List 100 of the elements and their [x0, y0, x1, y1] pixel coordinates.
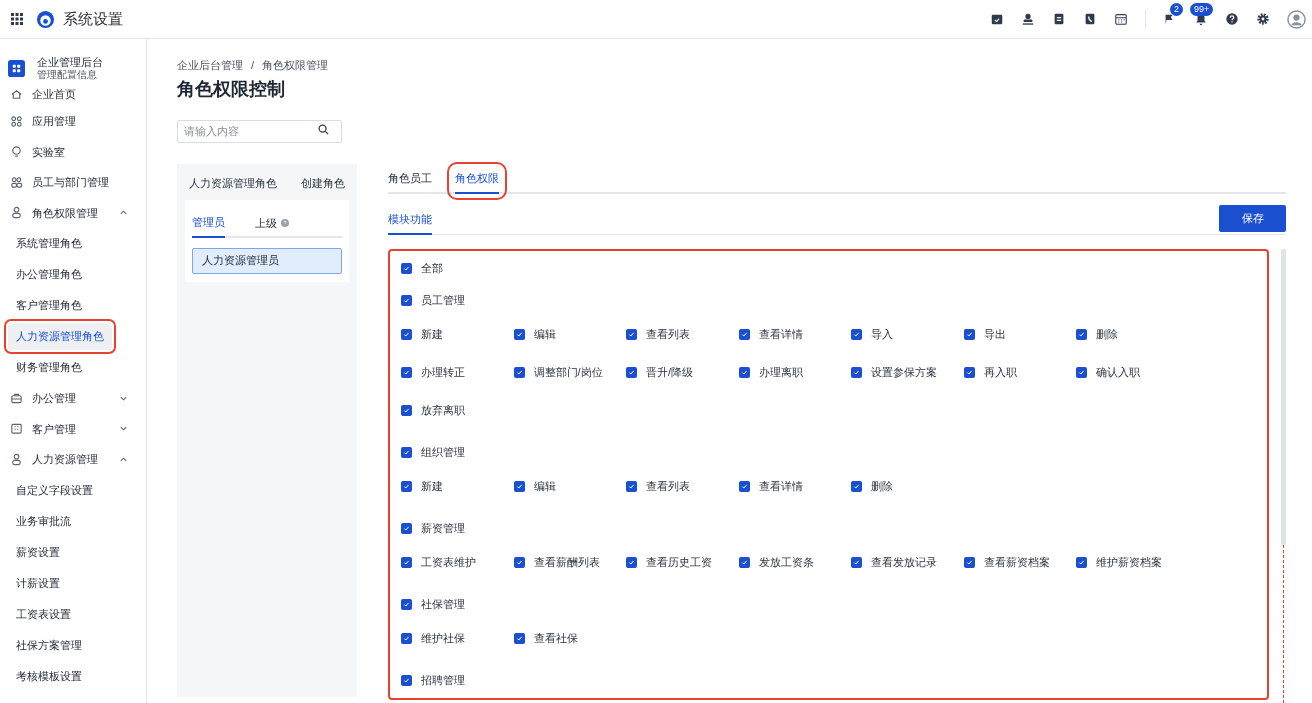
checkbox-label: 查看详情 — [758, 326, 803, 342]
checkbox[interactable] — [513, 632, 525, 644]
checkbox[interactable] — [851, 480, 862, 492]
nav-item[interactable]: 角色权限管理 — [32, 204, 110, 221]
checkbox[interactable] — [513, 328, 525, 340]
nav-item[interactable]: 客户管理 — [32, 420, 110, 437]
settings-icon[interactable] — [1256, 12, 1270, 26]
checkbox[interactable] — [1076, 556, 1087, 568]
dashboard-icon — [8, 59, 25, 77]
checkbox[interactable] — [401, 674, 412, 686]
chevron-down-icon[interactable] — [119, 424, 128, 434]
checkbox[interactable] — [626, 328, 637, 340]
checkbox[interactable] — [513, 480, 525, 492]
checkbox-label: 再入职 — [983, 364, 1017, 380]
checkbox[interactable] — [626, 480, 637, 492]
document-icon[interactable] — [1052, 12, 1066, 26]
checkbox-label: 查看薪资档案 — [983, 554, 1050, 570]
user-icon — [10, 206, 23, 220]
save-button[interactable]: 保存 — [1219, 205, 1286, 232]
nav-subitem[interactable]: 系统管理角色 — [8, 230, 90, 257]
checkbox[interactable] — [513, 366, 525, 378]
calendar-check-icon[interactable] — [990, 12, 1004, 26]
checkbox[interactable] — [401, 404, 412, 416]
checkbox[interactable] — [1076, 328, 1087, 340]
nav-subitem[interactable]: 自定义字段设置 — [8, 476, 101, 504]
calendar-icon[interactable] — [1114, 12, 1128, 26]
bulb-icon — [10, 145, 23, 159]
checkbox-label: 全部 — [421, 261, 443, 277]
tab[interactable]: 角色权限 — [455, 169, 499, 194]
subtab[interactable]: 模块功能 — [388, 210, 432, 235]
checkbox[interactable] — [963, 366, 975, 378]
nav-subitem[interactable]: 社保方案管理 — [8, 631, 90, 659]
checkbox[interactable] — [401, 446, 412, 458]
nav-subitem[interactable]: 办公管理角色 — [8, 261, 90, 288]
search-field[interactable]: 请输入内容 — [177, 119, 342, 143]
checkbox[interactable] — [401, 556, 412, 568]
nav-subitem[interactable]: 薪资设置 — [8, 538, 68, 566]
create-role-link[interactable]: 创建角色 — [301, 174, 345, 192]
breadcrumb-link[interactable]: 角色权限管理 — [262, 56, 329, 74]
checkbox[interactable] — [401, 263, 412, 274]
checkbox[interactable] — [401, 366, 412, 378]
checkbox[interactable] — [626, 366, 637, 378]
nav-item[interactable]: 应用管理 — [32, 113, 128, 130]
user-icon — [10, 452, 23, 466]
checkbox-label: 编辑 — [533, 478, 556, 494]
chevron-up-icon[interactable] — [119, 454, 128, 464]
checkbox[interactable] — [738, 480, 750, 492]
checkbox[interactable] — [513, 556, 525, 568]
checkbox[interactable] — [1076, 366, 1087, 378]
checkbox-label: 查看发放记录 — [871, 554, 937, 570]
help-icon[interactable] — [1225, 12, 1239, 26]
phone-book-icon[interactable] — [1083, 12, 1097, 26]
stamp-icon[interactable] — [1021, 12, 1035, 26]
checkbox[interactable] — [851, 328, 862, 340]
checkbox-label: 放弃离职 — [421, 402, 465, 418]
nav-item[interactable]: 企业首页 — [32, 85, 128, 103]
nav-item[interactable]: 办公管理 — [32, 390, 110, 407]
logo-icon — [36, 9, 55, 29]
checkbox-label: 查看详情 — [758, 478, 803, 494]
role-list-item[interactable]: 人力资源管理员 — [192, 247, 342, 274]
checkbox[interactable] — [401, 598, 412, 610]
checkbox-label: 查看社保 — [533, 630, 578, 646]
tab[interactable]: 角色员工 — [388, 169, 432, 194]
role-tab[interactable]: 管理员 — [192, 214, 225, 238]
checkbox[interactable] — [851, 556, 862, 568]
checkbox[interactable] — [401, 480, 412, 492]
checkbox[interactable] — [626, 556, 637, 568]
checkbox-label: 编辑 — [533, 326, 556, 342]
nav-subitem[interactable]: 工资表设置 — [8, 600, 79, 628]
nav-subitem[interactable]: 考核模板设置 — [8, 662, 90, 690]
checkbox-label: 晋升/降级 — [646, 364, 694, 380]
nav-item[interactable]: 人力资源管理 — [32, 451, 110, 468]
nav-subitem[interactable]: 业务审批流 — [8, 507, 79, 535]
checkbox[interactable] — [401, 294, 412, 306]
checkbox[interactable] — [963, 556, 975, 568]
checkbox-label: 新建 — [421, 478, 443, 494]
checkbox[interactable] — [738, 328, 750, 340]
checkbox[interactable] — [963, 328, 975, 340]
nav-item[interactable]: 员工与部门管理 — [32, 174, 128, 191]
checkbox[interactable] — [401, 328, 412, 340]
breadcrumb-link[interactable]: 企业后台管理 — [177, 56, 243, 74]
role-tab[interactable]: 上级 — [255, 214, 289, 238]
checkbox-label: 新建 — [421, 326, 443, 342]
app-title: 系统设置 — [63, 8, 123, 29]
nav-item[interactable]: 实验室 — [32, 143, 128, 160]
search-icon[interactable] — [318, 124, 329, 135]
checkbox[interactable] — [738, 556, 750, 568]
scrollbar-thumb[interactable] — [1281, 249, 1286, 545]
nav-subitem[interactable]: 财务管理角色 — [8, 354, 90, 381]
checkbox[interactable] — [851, 366, 862, 378]
nav-subitem[interactable]: 客户管理角色 — [8, 292, 90, 319]
checkbox[interactable] — [401, 522, 412, 534]
nav-subitem[interactable]: 计薪设置 — [8, 569, 68, 597]
apps-icon — [10, 114, 23, 128]
checkbox[interactable] — [738, 366, 750, 378]
app-grid-icon[interactable] — [11, 13, 23, 25]
avatar-icon[interactable] — [1287, 9, 1306, 29]
page-title: 角色权限控制 — [177, 78, 286, 101]
checkbox-label: 导入 — [871, 326, 893, 342]
checkbox[interactable] — [401, 632, 412, 644]
